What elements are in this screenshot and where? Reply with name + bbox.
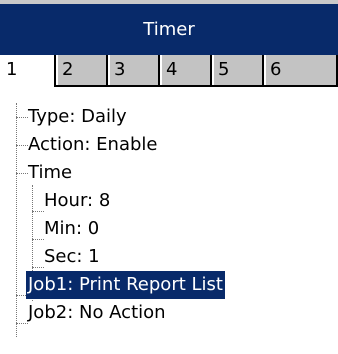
tree-branch-line [16, 173, 28, 174]
tree-item-job1[interactable]: Job1: Print Report List [26, 271, 225, 299]
tree-branch-line [16, 145, 28, 146]
window-title: Timer [143, 19, 195, 40]
tree-item-hour[interactable]: Hour: 8 [44, 187, 110, 215]
tree-branch-line [16, 323, 28, 324]
tree-branch-line [32, 211, 44, 212]
tab-3[interactable]: 3 [108, 55, 160, 85]
tab-panel: Type: Daily Action: Enable Time Hour: 8 … [0, 87, 338, 354]
window-titlebar: Timer [0, 0, 338, 55]
tab-2[interactable]: 2 [56, 55, 108, 85]
tree-item-action[interactable]: Action: Enable [28, 131, 157, 159]
tree-item-time[interactable]: Time [28, 159, 72, 187]
tab-6[interactable]: 6 [264, 55, 338, 85]
tree-branch-line [16, 117, 28, 118]
tree-item-type[interactable]: Type: Daily [28, 103, 127, 131]
tree-item-job2[interactable]: Job2: No Action [28, 299, 166, 327]
tab-strip: 1 2 3 4 5 6 [0, 55, 338, 87]
tree-branch-line [32, 239, 44, 240]
tree-trunk-line [16, 103, 17, 337]
tab-4[interactable]: 4 [160, 55, 212, 85]
tree-item-min[interactable]: Min: 0 [44, 215, 99, 243]
tree-item-sec[interactable]: Sec: 1 [44, 243, 100, 271]
tab-5[interactable]: 5 [212, 55, 264, 85]
tree-branch-line [32, 267, 44, 268]
tab-1[interactable]: 1 [0, 55, 56, 87]
settings-tree: Type: Daily Action: Enable Time Hour: 8 … [2, 87, 338, 354]
